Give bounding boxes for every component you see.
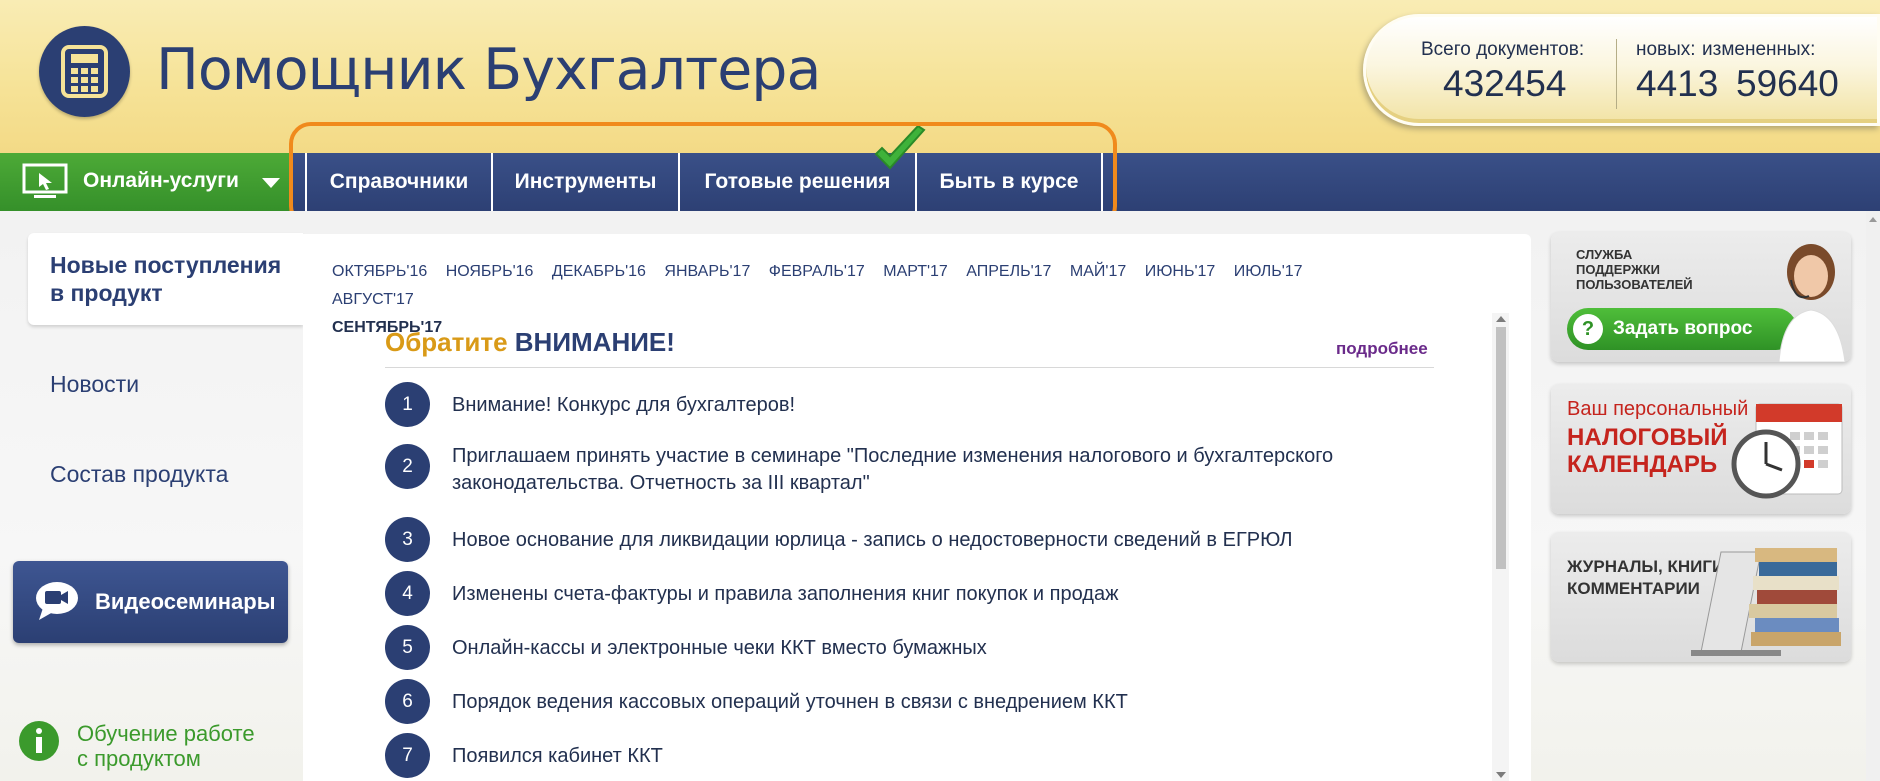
scroll-down-icon[interactable] xyxy=(1496,772,1506,778)
tax-title-line-2: КАЛЕНДАРЬ xyxy=(1567,451,1718,478)
item-number-badge: 3 xyxy=(385,517,430,562)
tab-month[interactable]: ИЮНЬ'17 xyxy=(1145,263,1216,280)
sidebar-item-composition[interactable]: Состав продукта xyxy=(50,461,228,488)
training-label-line-1: Обучение работе xyxy=(77,721,255,746)
logo[interactable] xyxy=(39,26,130,117)
app-title: Помощник Бухгалтера xyxy=(156,37,821,103)
stat-total-value: 432454 xyxy=(1443,63,1567,104)
tab-month[interactable]: ФЕВРАЛЬ'17 xyxy=(769,263,865,280)
ask-question-label: Задать вопрос xyxy=(1613,318,1753,339)
stat-new-value: 4413 xyxy=(1636,63,1719,104)
scroll-thumb[interactable] xyxy=(1496,327,1506,569)
tax-title-line-1: НАЛОГОВЫЙ xyxy=(1567,424,1728,451)
stat-total: Всего документов: 432454 xyxy=(1421,39,1584,105)
product-training-label: Обучение работе с продуктом xyxy=(77,721,255,771)
tab-month[interactable]: ОКТЯБРЬ'16 xyxy=(332,263,427,280)
tax-calendar-title: НАЛОГОВЫЙ КАЛЕНДАРЬ xyxy=(1567,424,1728,478)
item-text[interactable]: Порядок ведения кассовых операций уточне… xyxy=(452,689,1412,716)
item-number-badge: 4 xyxy=(385,571,430,616)
sidebar-item-new-arrivals-label: Новые поступления в продукт xyxy=(50,251,281,307)
tab-month[interactable]: ЯНВАРЬ'17 xyxy=(664,263,750,280)
attention-title-part-2: ВНИМАНИЕ! xyxy=(514,327,675,357)
page-scroll-up-icon[interactable] xyxy=(1869,217,1877,222)
item-number-badge: 1 xyxy=(385,382,430,427)
item-text[interactable]: Внимание! Конкурс для бухгалтеров! xyxy=(452,392,1412,419)
item-text[interactable]: Онлайн-кассы и электронные чеки ККТ вмес… xyxy=(452,635,1412,662)
tab-month[interactable]: ДЕКАБРЬ'16 xyxy=(552,263,646,280)
item-number-badge: 7 xyxy=(385,733,430,778)
training-label-line-2: с продуктом xyxy=(77,746,201,771)
stats-divider xyxy=(1616,39,1617,109)
support-operator-image xyxy=(1778,244,1846,362)
chevron-down-icon xyxy=(262,178,280,188)
calculator-icon xyxy=(61,45,108,98)
item-text[interactable]: Приглашаем принять участие в семинаре "П… xyxy=(452,443,1412,497)
support-banner-title: СЛУЖБА ПОДДЕРЖКИ ПОЛЬЗОВАТЕЛЕЙ xyxy=(1576,247,1693,292)
attention-title-part-1: Обратите xyxy=(385,327,508,357)
ask-question-button[interactable]: ? Задать вопрос xyxy=(1567,308,1797,350)
sidebar-label-line-2: в продукт xyxy=(50,280,163,306)
scroll-up-icon[interactable] xyxy=(1496,316,1506,322)
support-line-3: ПОЛЬЗОВАТЕЛЕЙ xyxy=(1576,277,1693,292)
info-icon xyxy=(19,721,59,761)
item-text[interactable]: Появился кабинет ККТ xyxy=(452,743,1412,770)
attention-section: Обратите ВНИМАНИЕ! подробнее 1 Внимание!… xyxy=(364,305,1506,781)
tax-calendar-banner[interactable]: Ваш персональный НАЛОГОВЫЙ КАЛЕНДАРЬ xyxy=(1551,384,1851,514)
support-line-2: ПОДДЕРЖКИ xyxy=(1576,262,1661,277)
books-laptop-icon xyxy=(1691,548,1841,656)
video-seminars-label: Видеосеминары xyxy=(95,589,276,614)
item-number-badge: 5 xyxy=(385,625,430,670)
item-number-badge: 2 xyxy=(385,444,430,489)
content-scrollbar[interactable] xyxy=(1492,313,1509,781)
tab-month[interactable]: МАЙ'17 xyxy=(1070,263,1126,280)
stat-changed: измененных: 59640 xyxy=(1702,39,1839,105)
sidebar-label-line-1: Новые поступления xyxy=(50,252,282,278)
item-number-badge: 6 xyxy=(385,679,430,724)
stat-changed-value: 59640 xyxy=(1736,63,1839,104)
monitor-icon xyxy=(22,163,68,198)
stat-total-label: Всего документов: xyxy=(1421,39,1585,60)
journals-banner[interactable]: ЖУРНАЛЫ, КНИГИ, КОММЕНТАРИИ xyxy=(1551,532,1851,662)
video-chat-icon xyxy=(36,582,78,620)
sidebar-item-new-arrivals[interactable]: Новые поступления в продукт xyxy=(28,233,303,325)
tab-month[interactable]: АПРЕЛЬ'17 xyxy=(966,263,1051,280)
online-services-menu[interactable]: Онлайн-услуги xyxy=(0,153,290,211)
tax-calendar-subtitle: Ваш персональный xyxy=(1567,398,1749,420)
document-stats: Всего документов: 432454 новых: 4413 изм… xyxy=(1363,14,1880,126)
online-services-label: Онлайн-услуги xyxy=(83,169,239,192)
video-seminars-button[interactable]: Видеосеминары xyxy=(13,561,288,643)
page-scrollbar[interactable] xyxy=(1866,211,1880,781)
more-link[interactable]: подробнее xyxy=(1336,339,1428,359)
left-sidebar: Новые поступления в продукт Новости Сост… xyxy=(0,211,303,781)
attention-title: Обратите ВНИМАНИЕ! xyxy=(385,327,675,358)
tab-month[interactable]: ИЮЛЬ'17 xyxy=(1234,263,1303,280)
item-text[interactable]: Новое основание для ликвидации юрлица - … xyxy=(452,527,1412,554)
item-text[interactable]: Изменены счета-фактуры и правила заполне… xyxy=(452,581,1412,608)
divider xyxy=(385,367,1434,368)
calendar-clock-icon xyxy=(1731,403,1843,499)
tab-month[interactable]: НОЯБРЬ'16 xyxy=(446,263,534,280)
tab-month[interactable]: МАРТ'17 xyxy=(883,263,948,280)
sidebar-item-news[interactable]: Новости xyxy=(50,371,139,398)
stat-changed-label: измененных: xyxy=(1702,39,1816,60)
support-line-1: СЛУЖБА xyxy=(1576,247,1633,262)
question-icon: ? xyxy=(1573,314,1603,344)
support-banner[interactable]: СЛУЖБА ПОДДЕРЖКИ ПОЛЬЗОВАТЕЛЕЙ ? Задать … xyxy=(1551,232,1851,362)
